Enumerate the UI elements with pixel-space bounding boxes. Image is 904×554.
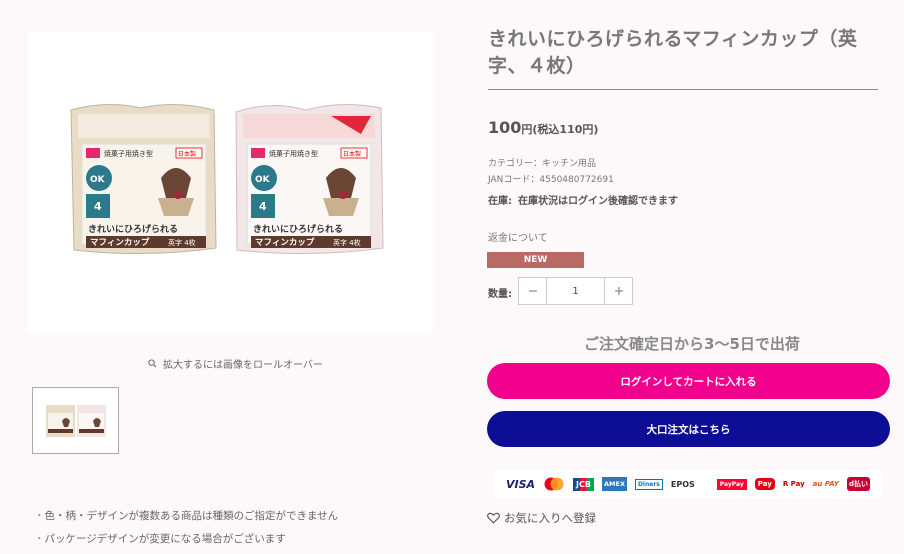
favorite-label: お気に入りへ登録 [504,511,596,525]
epos-logo: EPOS [670,479,695,489]
product-title: きれいにひろげられるマフィンカップ（英字、４枚） [488,28,858,77]
svg-text:マフィンカップ: マフィンカップ [255,237,315,248]
svg-text:きれいにひろげられる: きれいにひろげられる [88,223,178,235]
product-main-image[interactable]: 焼菓子用焼き型 日本製 OK 4 きれいにひろげられる マフィンカップ 英字 4… [28,32,433,334]
mastercard-logo [543,477,565,491]
heart-icon [487,512,500,524]
new-badge: NEW [487,252,584,268]
paypay-logo: PayPay [716,478,747,490]
add-to-favorites-link[interactable]: お気に入りへ登録 [487,510,596,526]
visa-logo: VISA [506,477,536,491]
svg-text:OK: OK [255,175,271,185]
quantity-stepper [518,277,633,305]
product-category: カテゴリー：キッチン用品 [488,159,597,169]
package-left: 焼菓子用焼き型 日本製 OK 4 きれいにひろげられる マフィンカップ 英字 4… [69,103,217,255]
minus-icon [528,290,537,292]
quantity-decrement-button[interactable] [518,277,547,305]
stock-value: 在庫状況はログイン後確認できます [518,196,678,207]
svg-text:4: 4 [94,200,102,213]
price: 100円(税込110円) [488,118,598,137]
payment-methods: VISA JCB AMEX Diners EPOS PayPay Pay R P… [494,470,882,498]
svg-text:日本製: 日本製 [343,150,361,158]
svg-text:焼菓子用焼き型: 焼菓子用焼き型 [104,149,153,158]
magnifier-icon [148,359,157,368]
stock-status: 在庫: 在庫状況はログイン後確認できます [488,192,684,207]
svg-text:4: 4 [259,200,267,213]
price-tax-note: (税込110円) [532,123,599,136]
quantity-increment-button[interactable] [604,277,633,305]
diners-logo: Diners [634,478,663,490]
thumbnail-image [45,404,106,437]
jcb-logo: JCB [573,477,594,491]
quantity-input[interactable] [547,277,604,305]
product-jan-code: JANコード：4550480772691 [488,175,614,185]
product-photo-illustration: 焼菓子用焼き型 日本製 OK 4 きれいにひろげられる マフィンカップ 英字 4… [69,103,384,255]
bulk-order-button[interactable]: 大口注文はこちら [487,411,890,447]
d-barai-logo: d払い [846,477,870,491]
thumbnail-1[interactable] [32,387,119,454]
svg-text:日本製: 日本製 [178,150,196,158]
svg-text:焼菓子用焼き型: 焼菓子用焼き型 [269,149,318,158]
note-item: 色・柄・デザインが複数ある商品は種類のご指定ができません [34,508,339,523]
shipping-note: ご注文確定日から3〜5日で出荷 [584,335,800,353]
merpay-logo: Pay [754,478,775,490]
zoom-hint-text: 拡大するには画像をロールオーバー [163,360,323,371]
svg-text:英字 4枚: 英字 4枚 [333,238,361,247]
stock-label: 在庫: [488,196,512,207]
au-pay-logo: au PAY [812,480,839,488]
svg-text:マフィンカップ: マフィンカップ [90,237,150,248]
svg-text:英字 4枚: 英字 4枚 [168,238,196,247]
amex-logo: AMEX [602,477,627,491]
package-right: 焼菓子用焼き型 日本製 OK 4 きれいにひろげられる マフィンカップ 英字 4… [234,103,384,255]
login-add-to-cart-button[interactable]: ログインしてカートに入れる [487,363,890,399]
zoom-hint: 拡大するには画像をロールオーバー [148,356,323,371]
price-unit: 円 [521,123,533,136]
rakuten-pay-logo: R Pay [782,480,805,488]
quantity-label: 数量: [488,289,512,300]
svg-text:OK: OK [90,175,106,185]
note-item: パッケージデザインが変更になる場合がございます [34,531,338,546]
title-divider [488,89,878,90]
price-value: 100 [488,118,522,137]
product-notes: 色・柄・デザインが複数ある商品は種類のご指定ができません パッケージデザインが変… [34,508,339,554]
svg-text:きれいにひろげられる: きれいにひろげられる [253,223,343,235]
plus-icon [614,287,623,295]
refund-link[interactable]: 返金について [488,229,548,244]
